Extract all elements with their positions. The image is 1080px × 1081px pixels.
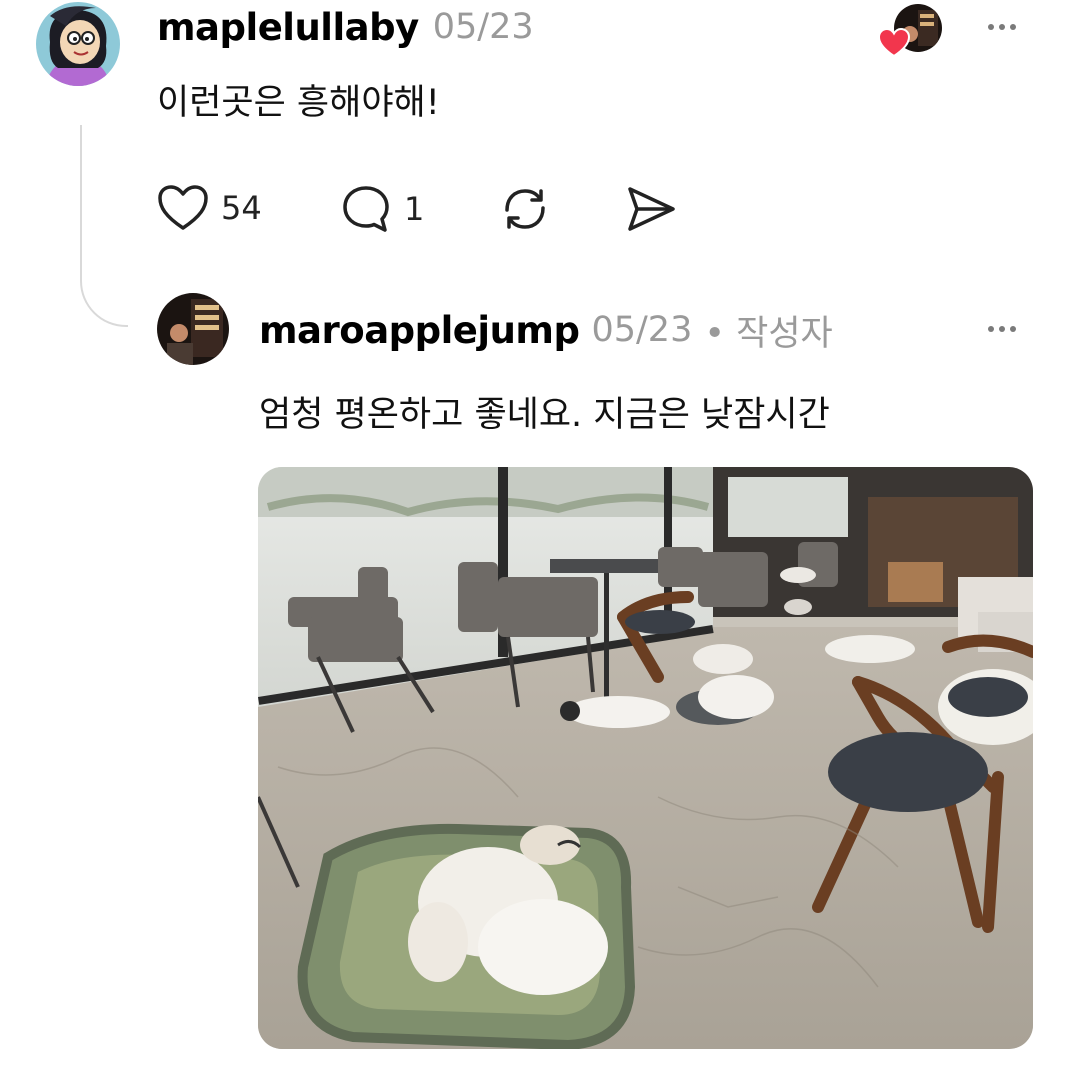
thread-connector-line xyxy=(80,125,128,327)
avatar-photo-image xyxy=(157,293,229,365)
reply-username[interactable]: maroapplejump xyxy=(259,309,580,352)
post-date: 05/23 xyxy=(432,7,534,47)
cafe-dogs-image xyxy=(258,467,1033,1049)
reply-button[interactable]: 1 xyxy=(340,184,424,234)
more-icon[interactable] xyxy=(988,319,1016,339)
reply-photo[interactable] xyxy=(258,467,1033,1049)
like-button[interactable]: 54 xyxy=(157,184,262,232)
share-button[interactable] xyxy=(624,184,678,238)
post-username[interactable]: maplelullaby xyxy=(157,6,419,49)
more-icon[interactable] xyxy=(988,17,1016,37)
avatar[interactable] xyxy=(36,2,120,86)
liked-by-author-indicator[interactable] xyxy=(878,4,944,60)
avatar[interactable] xyxy=(157,293,229,365)
share-icon xyxy=(628,187,675,231)
reply-count: 1 xyxy=(404,190,425,228)
comment-icon xyxy=(343,186,389,232)
author-tag: • 작성자 xyxy=(704,313,833,354)
reply-text: 엄청 평온하고 좋네요. 지금은 낮잠시간 xyxy=(259,395,830,435)
like-count: 54 xyxy=(221,189,262,227)
post-text: 이런곳은 흥해야해! xyxy=(157,83,440,123)
avatar-cartoon-image xyxy=(36,2,120,86)
repost-button[interactable] xyxy=(497,182,553,240)
repost-icon xyxy=(505,189,545,229)
heart-badge-icon xyxy=(878,28,910,58)
reply-date: 05/23 xyxy=(591,310,693,350)
heart-icon xyxy=(158,185,208,230)
